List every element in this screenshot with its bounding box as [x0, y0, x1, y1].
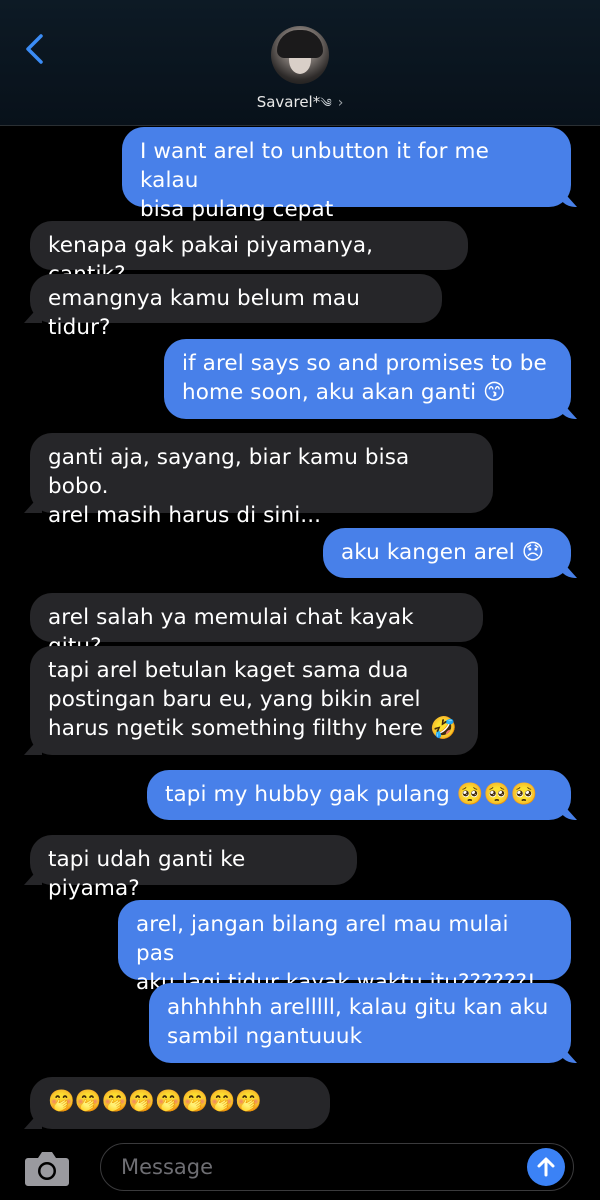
message-bubble-outgoing[interactable]: aku kangen arel 😞	[323, 528, 571, 578]
arrow-up-icon	[537, 1157, 555, 1177]
message-bubble-incoming[interactable]: tapi udah ganti ke piyama?	[30, 835, 357, 901]
back-chevron-icon[interactable]	[20, 33, 52, 65]
send-button[interactable]	[527, 1148, 565, 1186]
contact-name: Savarel*	[256, 93, 321, 111]
avatar-hair	[277, 30, 323, 58]
camera-icon[interactable]	[24, 1149, 70, 1187]
contact-avatar[interactable]	[271, 26, 329, 84]
message-input[interactable]	[100, 1143, 574, 1191]
conversation-header: Savarel*༄ ›	[0, 0, 600, 126]
contact-flourish: ༄	[320, 96, 332, 110]
message-bubble-outgoing[interactable]: if arel says so and promises to be home …	[164, 339, 571, 419]
message-bubble-incoming[interactable]: kenapa gak pakai piyamanya, cantik?	[30, 221, 468, 287]
message-bubble-outgoing[interactable]: arel, jangan bilang arel mau mulai pas a…	[118, 900, 571, 995]
message-bubble-outgoing[interactable]: ahhhhhh arelllll, kalau gitu kan aku sam…	[149, 983, 571, 1063]
contact-name-row[interactable]: Savarel*༄ ›	[0, 90, 600, 124]
message-bubble-incoming[interactable]: 🤭🤭🤭🤭🤭🤭🤭🤭	[30, 1077, 330, 1129]
message-bubble-incoming[interactable]: tapi arel betulan kaget sama dua posting…	[30, 646, 478, 755]
message-list: I want arel to unbutton it for me kalau …	[0, 125, 600, 1135]
message-bubble-incoming[interactable]: emangnya kamu belum mau tidur?	[30, 274, 442, 340]
message-composer	[0, 1135, 600, 1200]
message-bubble-outgoing[interactable]: I want arel to unbutton it for me kalau …	[122, 127, 571, 222]
message-bubble-incoming[interactable]: ganti aja, sayang, biar kamu bisa bobo. …	[30, 433, 493, 528]
message-bubble-outgoing[interactable]: tapi my hubby gak pulang 🥺🥺🥺	[147, 770, 571, 820]
message-bubble-incoming[interactable]: arel salah ya memulai chat kayak gitu?	[30, 593, 483, 659]
chevron-right-icon: ›	[337, 95, 344, 111]
